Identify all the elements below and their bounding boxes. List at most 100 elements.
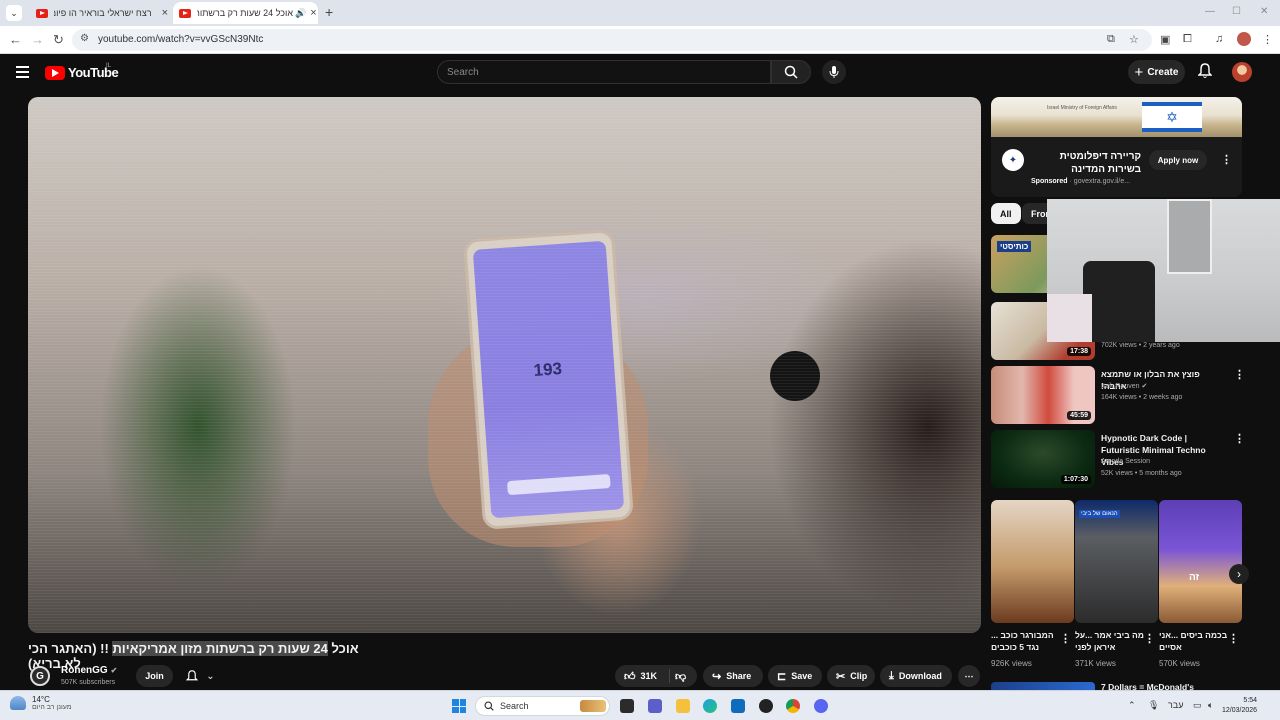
short-thumbnail[interactable]: זה: [1159, 500, 1242, 623]
back-icon[interactable]: ←: [9, 32, 22, 47]
file-explorer-icon[interactable]: [676, 699, 690, 713]
video-title-highlight: 24 שעות רק ברשתות מזון אמריקאיות: [112, 641, 328, 656]
next-rec-thumbnail[interactable]: [991, 682, 1095, 690]
weather-widget[interactable]: 14°C מעונן רב היום: [10, 695, 72, 711]
shorts-next-button[interactable]: ›: [1229, 564, 1249, 584]
reload-icon[interactable]: ↻: [53, 32, 64, 48]
recommendation-item[interactable]: 45:59 פוצץ את הבלון או שתמצא אהבה! Itzik…: [991, 366, 1245, 424]
clip-button[interactable]: ✂ Clip: [827, 665, 875, 687]
short-title[interactable]: המבורגר כוכב ... נגד 5 כוכבים: [991, 629, 1061, 653]
short-title[interactable]: מה ביבי אמר ...על איראן לפני: [1075, 629, 1145, 653]
verified-check-icon: ✔: [110, 666, 118, 675]
download-button[interactable]: ⤓ Download: [880, 665, 952, 687]
network-icon[interactable]: ▭: [1193, 700, 1202, 711]
more-actions-button[interactable]: ⋯: [958, 665, 980, 687]
video-meta: 52K views • 5 months ago: [1101, 470, 1182, 477]
ad-banner-image[interactable]: Israel Ministry of Foreign Affairs ✡: [991, 97, 1242, 137]
short-menu-icon[interactable]: ⋮: [1144, 632, 1155, 645]
chrome-icon[interactable]: [786, 699, 800, 713]
like-count[interactable]: 31K: [641, 671, 658, 681]
sponsored-ad[interactable]: ✦ קריירה דיפלומטית בשירות המדינה Sponsor…: [991, 137, 1242, 197]
install-icon[interactable]: ⧉: [1107, 33, 1115, 46]
channel-name-text: RonenGG: [61, 665, 108, 676]
video-menu-icon[interactable]: ⋮: [1234, 432, 1245, 445]
taskbar-search[interactable]: Search: [475, 696, 610, 716]
share-button[interactable]: ↪ Share: [703, 665, 763, 687]
teams-icon[interactable]: [648, 699, 662, 713]
search-icon: [784, 65, 798, 79]
create-button[interactable]: + Create: [1128, 60, 1185, 84]
notifications-bell-icon[interactable]: [1198, 63, 1212, 79]
video-menu-icon[interactable]: ⋮: [1234, 368, 1245, 381]
short-caption: הנאום של ביבי: [1079, 510, 1120, 518]
short-views: 926K views: [991, 659, 1032, 668]
channel-name[interactable]: RonenGG ✔: [61, 665, 117, 676]
chevron-right-icon: ›: [1237, 567, 1241, 581]
puzzle-icon[interactable]: ⧠: [1183, 33, 1192, 46]
maximize-icon[interactable]: ☐: [1232, 6, 1241, 17]
channel-avatar[interactable]: G: [30, 666, 50, 686]
short-menu-icon[interactable]: ⋮: [1228, 632, 1239, 645]
new-tab-button[interactable]: +: [325, 4, 333, 20]
israel-flag-icon: ✡: [1142, 102, 1202, 132]
save-button[interactable]: ⊏ Save: [768, 665, 822, 687]
volume-icon[interactable]: 🔈︎: [1208, 700, 1213, 711]
guide-menu-icon[interactable]: [16, 66, 29, 78]
tab-close-icon[interactable]: ×: [310, 7, 316, 19]
search-button[interactable]: [771, 60, 811, 84]
video-player[interactable]: 193: [28, 97, 981, 633]
plus-icon: +: [1134, 63, 1144, 81]
search-input[interactable]: [438, 61, 770, 83]
microphone-tray-icon[interactable]: 🎙︎: [1148, 700, 1159, 711]
keyboard-language[interactable]: עבר: [1168, 700, 1183, 710]
minimize-icon[interactable]: —: [1205, 6, 1215, 17]
youtube-play-icon: [45, 65, 65, 80]
site-info-icon[interactable]: ⚙: [80, 33, 89, 44]
store-icon[interactable]: [731, 699, 745, 713]
tab-search-button[interactable]: ⌄: [6, 5, 22, 21]
more-icon: ⋯: [964, 670, 974, 681]
short-thumbnail[interactable]: [991, 500, 1074, 623]
browser-tab[interactable]: רצח ישראלי בוראיר הו פיום הלה ×: [30, 2, 168, 24]
like-icon[interactable]: 👍︎: [624, 670, 636, 683]
close-window-icon[interactable]: ✕: [1260, 6, 1268, 17]
windows-start-icon[interactable]: [452, 699, 466, 713]
short-thumbnail[interactable]: הנאום של ביבי: [1075, 500, 1158, 623]
task-view-icon[interactable]: [620, 699, 634, 713]
account-avatar[interactable]: [1232, 62, 1252, 82]
join-button[interactable]: Join: [136, 665, 173, 687]
clock[interactable]: 5:54 12/03/2026: [1222, 696, 1257, 716]
edge-icon[interactable]: [703, 699, 717, 713]
subscription-bell-button[interactable]: ⌄: [178, 665, 223, 687]
next-rec-title[interactable]: 7 Dollars = McDonald's: [1101, 682, 1194, 690]
browser-tab-active[interactable]: אוכל 24 שעות רק ברשתות 🔊 ×: [173, 2, 318, 24]
cloud-icon: [10, 696, 26, 710]
apply-now-button[interactable]: Apply now: [1149, 150, 1207, 170]
app-icon[interactable]: [759, 699, 773, 713]
clip-label: Clip: [850, 671, 868, 681]
media-control-icon[interactable]: ♫: [1215, 33, 1223, 45]
discord-icon[interactable]: [814, 699, 828, 713]
tray-chevron-icon[interactable]: ⌃: [1128, 700, 1136, 711]
address-bar[interactable]: ⚙ youtube.com/watch?v=vvGScN39Ntc ⧉ ☆: [72, 29, 1152, 51]
tab-audio-icon[interactable]: 🔊: [295, 8, 306, 19]
extension-icon[interactable]: ▣: [1160, 33, 1170, 46]
menu-kebab-icon[interactable]: ⋮: [1262, 33, 1273, 46]
thumbnail-caption: כותיסטי: [997, 241, 1032, 252]
dislike-icon[interactable]: 👎︎: [675, 670, 686, 683]
profile-avatar[interactable]: [1237, 32, 1251, 46]
tab-close-icon[interactable]: ×: [162, 7, 168, 19]
taskbar-search-label: Search: [500, 701, 529, 711]
youtube-masthead: YouTube IL + Create: [0, 54, 1280, 94]
webcam-overlay: [1047, 199, 1280, 342]
ad-menu-icon[interactable]: ⋮: [1221, 153, 1232, 166]
chip-all[interactable]: All: [991, 203, 1021, 224]
bookmark-star-icon[interactable]: ☆: [1129, 33, 1139, 46]
short-menu-icon[interactable]: ⋮: [1060, 632, 1071, 645]
tab-title: רצח ישראלי בוראיר הו פיום הלה: [54, 8, 152, 18]
voice-search-button[interactable]: [822, 60, 846, 84]
short-title[interactable]: בכמה ביסים ...אני אסיים: [1159, 629, 1229, 653]
scissors-icon: ✂: [836, 670, 846, 683]
forward-icon[interactable]: →: [31, 32, 44, 47]
recommendation-item[interactable]: 1:07:30 Hypnotic Dark Code | Futuristic …: [991, 430, 1245, 488]
